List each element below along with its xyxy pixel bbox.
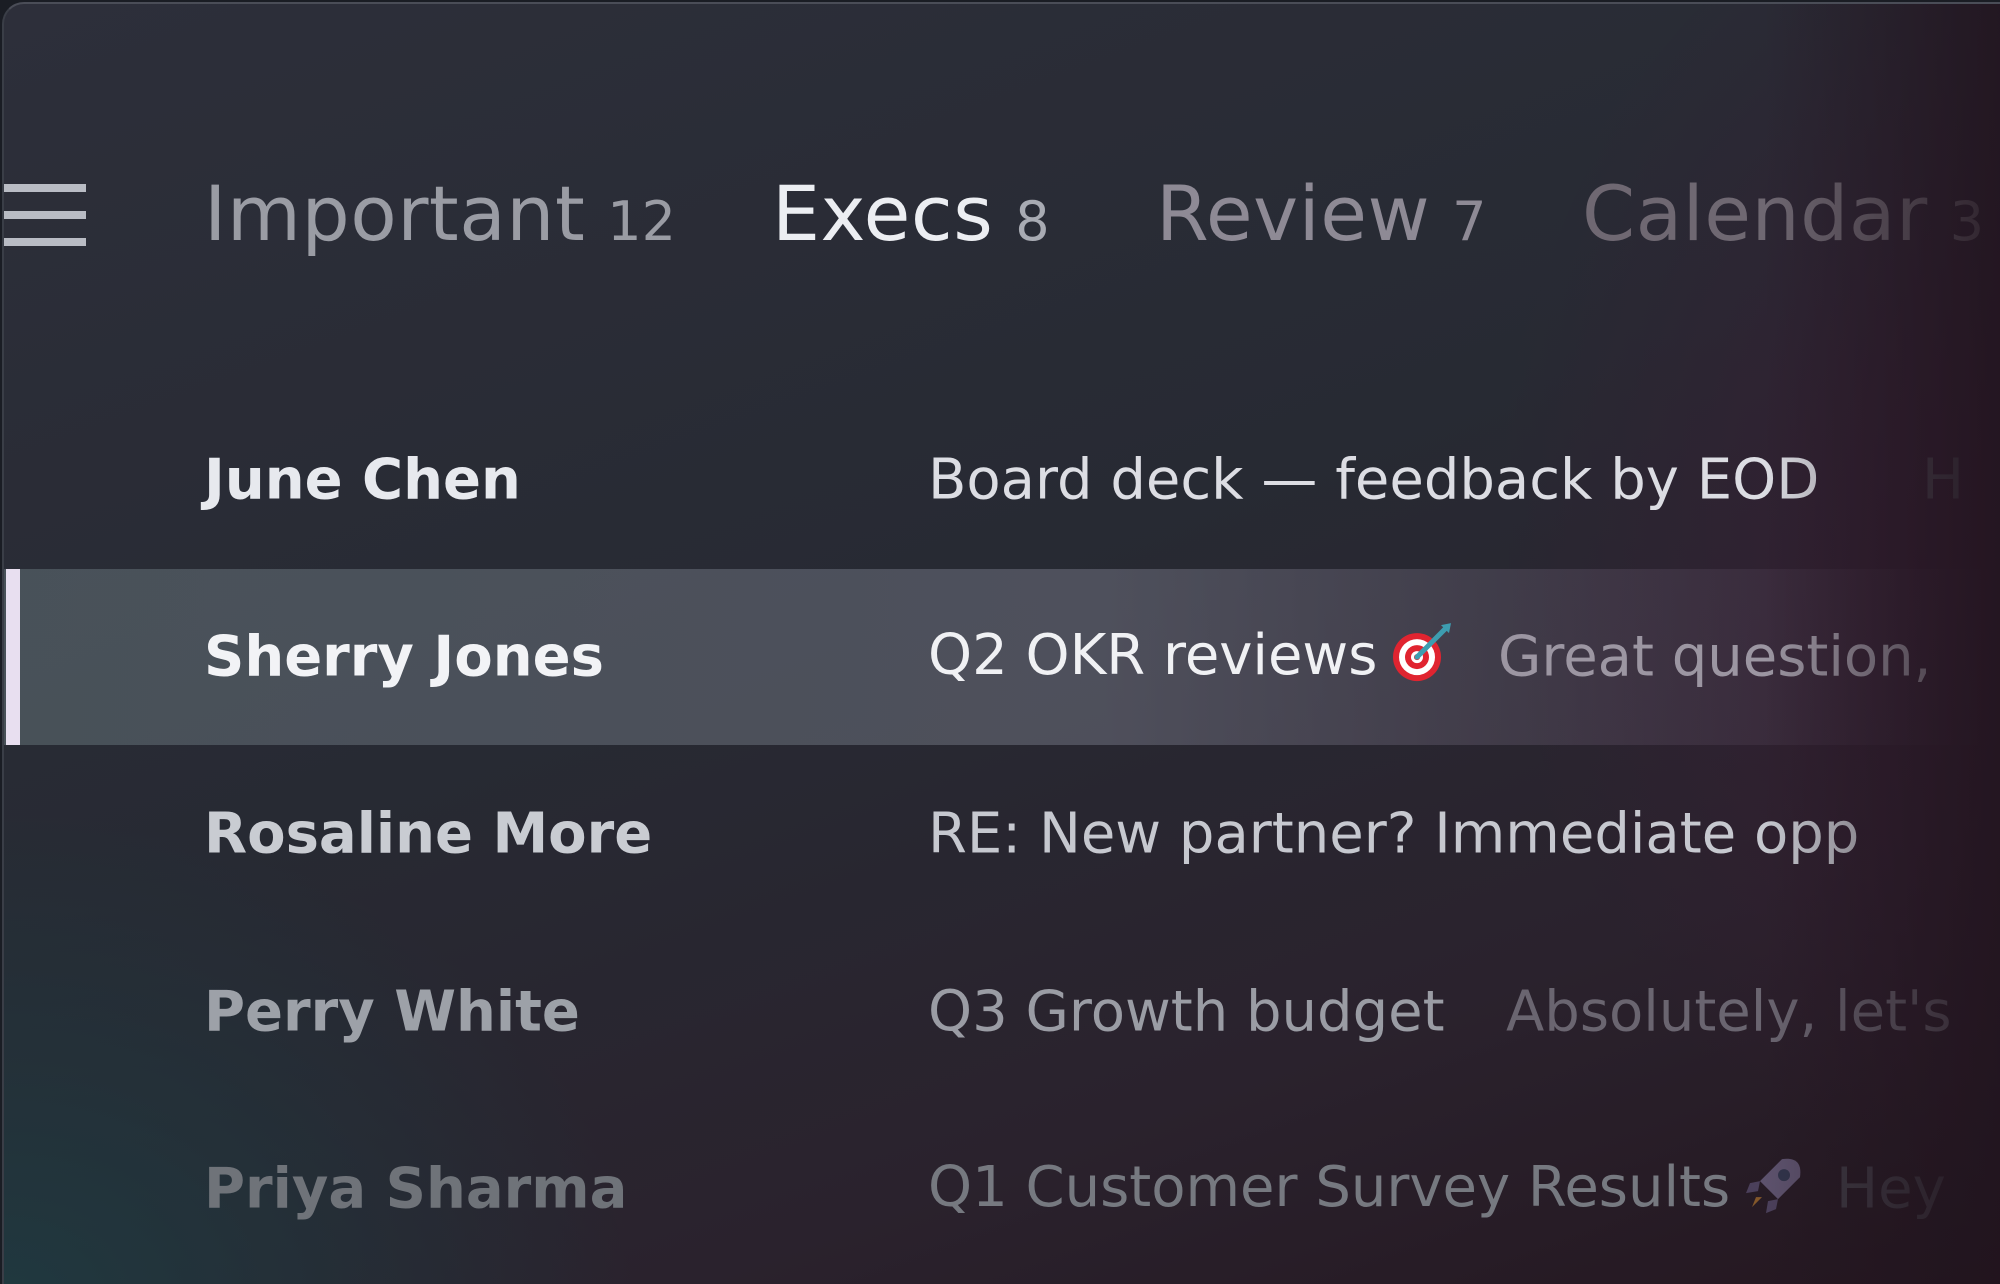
tab-count: 8 bbox=[1015, 190, 1050, 253]
message-row[interactable]: Rosaline More RE: New partner? Immediate… bbox=[4, 746, 2000, 922]
message-sender: June Chen bbox=[204, 447, 521, 513]
message-sender: Rosaline More bbox=[204, 801, 653, 867]
tab-label: Review bbox=[1156, 169, 1431, 258]
mail-app-window: Important 12 Execs 8 Review 7 Calendar 3 Jun… bbox=[2, 2, 2000, 1284]
subject-text: Q2 OKR reviews bbox=[928, 623, 1378, 689]
message-subject: RE: New partner? Immediate opp bbox=[928, 801, 1860, 867]
tab-calendar[interactable]: Calendar 3 bbox=[1582, 169, 1984, 269]
tab-review[interactable]: Review 7 bbox=[1156, 169, 1487, 269]
subject-text: Q1 Customer Survey Results bbox=[928, 1155, 1731, 1221]
message-row[interactable]: June Chen Board deck — feedback by EOD H bbox=[4, 392, 2000, 568]
tab-count: 7 bbox=[1452, 190, 1487, 253]
target-icon bbox=[1393, 622, 1452, 681]
tab-count: 3 bbox=[1949, 190, 1985, 253]
message-sender: Priya Sharma bbox=[204, 1156, 628, 1222]
rocket-icon bbox=[1746, 1158, 1801, 1213]
tab-important[interactable]: Important 12 bbox=[204, 169, 676, 269]
message-subject: Q2 OKR reviews bbox=[928, 622, 1453, 691]
tab-label: Important bbox=[204, 169, 586, 258]
message-sender: Perry White bbox=[204, 979, 580, 1045]
message-snippet: Hey bbox=[1836, 1156, 1946, 1222]
message-subject: Board deck — feedback by EOD bbox=[928, 447, 1820, 513]
message-snippet: H bbox=[1922, 447, 1965, 513]
message-sender: Sherry Jones bbox=[204, 624, 604, 690]
tab-label: Calendar bbox=[1582, 169, 1928, 258]
menu-icon[interactable] bbox=[4, 184, 86, 246]
message-snippet: Absolutely, let's bbox=[1506, 979, 1952, 1045]
message-row[interactable]: Priya Sharma Q1 Customer Survey Results … bbox=[4, 1101, 2000, 1277]
message-subject: Q3 Growth budget bbox=[928, 979, 1445, 1045]
selection-indicator bbox=[6, 569, 20, 745]
message-row[interactable]: Perry White Q3 Growth budget Absolutely,… bbox=[4, 924, 2000, 1100]
tab-label: Execs bbox=[772, 169, 994, 258]
tab-count: 12 bbox=[607, 190, 676, 253]
tab-execs[interactable]: Execs 8 bbox=[772, 169, 1050, 269]
message-row-selected[interactable]: Sherry Jones Q2 OKR reviews Great questi… bbox=[4, 569, 2000, 745]
message-snippet: Great question, bbox=[1498, 624, 1932, 690]
message-subject: Q1 Customer Survey Results bbox=[928, 1155, 1806, 1223]
